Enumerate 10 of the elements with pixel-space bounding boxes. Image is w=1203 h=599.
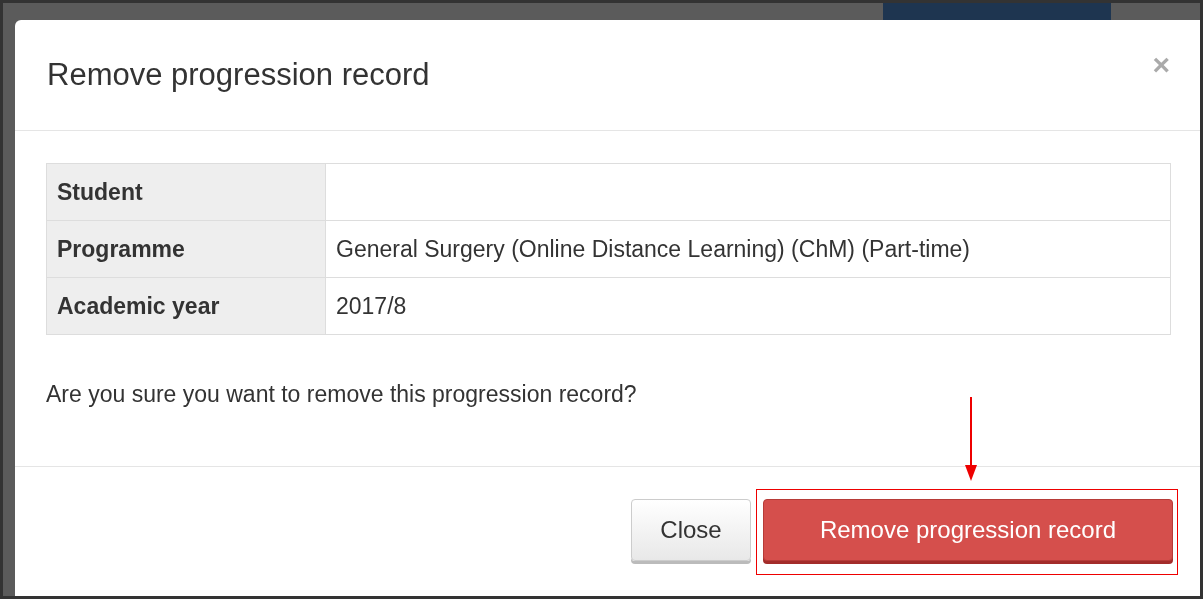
row-value: General Surgery (Online Distance Learning) (ChM) (Part-time) [325, 220, 1171, 278]
confirmation-text: Are you sure you want to remove this progression record? [46, 381, 637, 408]
row-label: Student [46, 163, 326, 221]
row-value: 2017/8 [325, 277, 1171, 335]
close-button[interactable]: × [1152, 48, 1170, 82]
dialog-title: Remove progression record [47, 57, 430, 93]
row-label: Programme [46, 220, 326, 278]
row-label: Academic year [46, 277, 326, 335]
remove-button[interactable]: Remove progression record [763, 499, 1173, 561]
close-dialog-button[interactable]: Close [631, 499, 751, 561]
